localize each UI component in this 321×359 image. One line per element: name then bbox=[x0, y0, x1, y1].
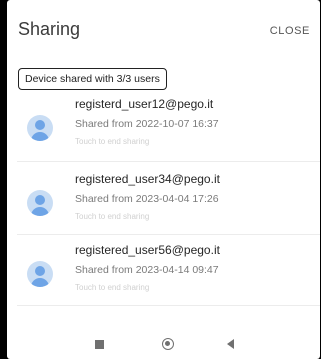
user-avatar-icon bbox=[27, 115, 53, 141]
square-recents-icon[interactable] bbox=[95, 340, 104, 349]
user-email: registered_user56@pego.it bbox=[75, 243, 220, 257]
close-button[interactable]: CLOSE bbox=[270, 25, 310, 37]
system-nav-bar bbox=[7, 332, 320, 359]
dialog-title: Sharing bbox=[18, 19, 81, 39]
user-avatar-icon bbox=[27, 261, 53, 287]
shared-date: Shared from 2023-04-04 17:26 bbox=[75, 193, 219, 205]
dialog-header: Sharing CLOSE bbox=[7, 0, 320, 58]
user-avatar-icon bbox=[27, 190, 53, 216]
divider bbox=[17, 305, 320, 306]
user-row-2[interactable]: registered_user34@pego.it Shared from 20… bbox=[7, 172, 320, 236]
user-email: registered_user34@pego.it bbox=[75, 172, 220, 186]
circle-home-icon[interactable] bbox=[162, 338, 174, 350]
triangle-back-icon[interactable] bbox=[227, 339, 234, 349]
end-sharing-hint: Touch to end sharing bbox=[75, 212, 150, 221]
user-row-3[interactable]: registered_user56@pego.it Shared from 20… bbox=[7, 243, 320, 307]
user-email: registerd_user12@pego.it bbox=[75, 97, 214, 111]
shared-date: Shared from 2022-10-07 16:37 bbox=[75, 118, 219, 130]
shared-date: Shared from 2023-04-14 09:47 bbox=[75, 264, 219, 276]
sharing-dialog: Sharing CLOSE Device shared with 3/3 use… bbox=[7, 0, 320, 359]
end-sharing-hint: Touch to end sharing bbox=[75, 283, 150, 292]
divider bbox=[17, 161, 320, 162]
shared-count-label: Device shared with 3/3 users bbox=[18, 68, 167, 90]
user-row-1[interactable]: registerd_user12@pego.it Shared from 202… bbox=[7, 97, 320, 161]
divider bbox=[17, 234, 320, 235]
end-sharing-hint: Touch to end sharing bbox=[75, 137, 150, 146]
